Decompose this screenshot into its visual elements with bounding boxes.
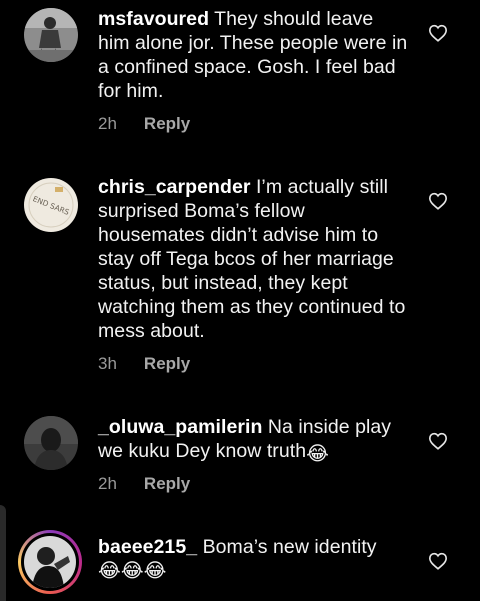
comment-text: chris_carpender I’m actually still surpr… [98, 175, 410, 343]
comment-body: Boma’s new identity [202, 536, 377, 558]
laughing-emoji-row: 😂😂😂 [98, 560, 167, 582]
comment-body: I’m actually still surprised Boma’s fell… [98, 176, 406, 342]
comment-text: _oluwa_pamilerin Na inside play we kuku … [98, 415, 410, 465]
comment-text: msfavoured They should leave him alone j… [98, 7, 410, 103]
avatar [24, 536, 76, 588]
reply-button[interactable]: Reply [144, 114, 190, 133]
scroll-edge[interactable] [0, 505, 6, 601]
reply-button[interactable]: Reply [144, 354, 190, 373]
avatar[interactable] [24, 8, 78, 62]
comment-username[interactable]: baeee215_ [98, 536, 197, 558]
laughing-emoji: 😂 [306, 443, 329, 465]
comment-username[interactable]: msfavoured [98, 8, 209, 30]
heart-icon[interactable] [428, 24, 448, 42]
heart-icon[interactable] [428, 552, 448, 570]
comment-timestamp: 2h [98, 474, 117, 493]
comment-meta: 2h Reply [98, 474, 190, 494]
comment-meta: 3h Reply [98, 354, 190, 374]
comment-timestamp: 2h [98, 114, 117, 133]
avatar[interactable]: END SARS [24, 178, 78, 232]
comment-meta: 2h Reply [98, 114, 190, 134]
comment-timestamp: 3h [98, 354, 117, 373]
avatar[interactable] [24, 416, 78, 470]
story-ring-gap [21, 533, 79, 591]
heart-icon[interactable] [428, 192, 448, 210]
story-ring-avatar[interactable] [18, 530, 82, 594]
comment-username[interactable]: chris_carpender [98, 176, 251, 198]
heart-icon[interactable] [428, 432, 448, 450]
reply-button[interactable]: Reply [144, 474, 190, 493]
comment-username[interactable]: _oluwa_pamilerin [98, 416, 262, 438]
comment-text: baeee215_ Boma’s new identity 😂😂😂 [98, 535, 410, 583]
